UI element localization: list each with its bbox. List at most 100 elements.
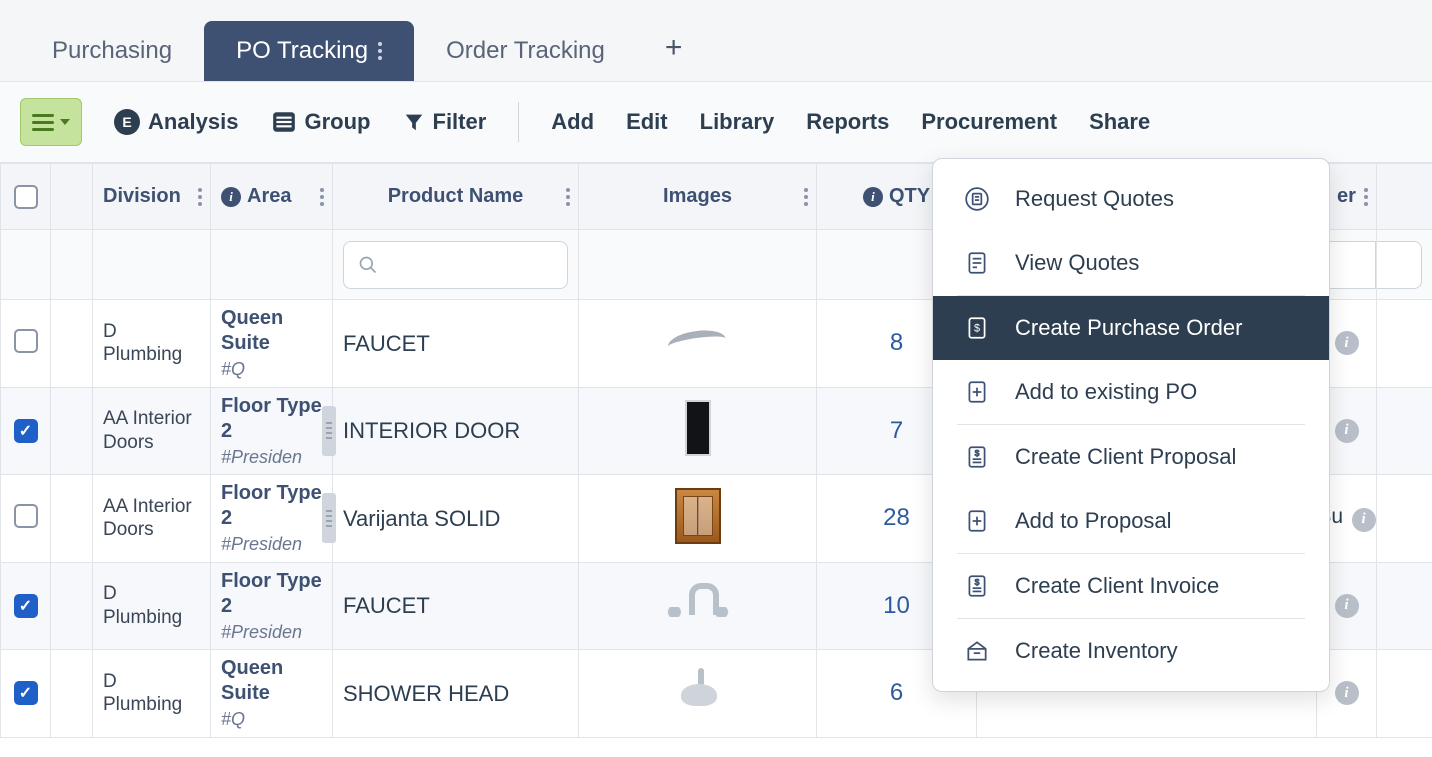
col-label: Product Name: [388, 185, 524, 208]
request-quotes-icon: [963, 185, 991, 213]
product-search-input[interactable]: [343, 241, 568, 289]
tab-po-tracking[interactable]: PO Tracking: [204, 21, 414, 81]
col-menu-icon[interactable]: [1364, 188, 1368, 206]
area-cell[interactable]: Queen Suite: [221, 656, 322, 706]
area-cell[interactable]: Floor Type 2: [221, 394, 322, 444]
tab-menu-icon[interactable]: [378, 42, 382, 60]
menu-add-to-po[interactable]: Add to existing PO: [933, 360, 1329, 424]
area-sub: #Q: [221, 358, 322, 381]
product-name-cell: Varijanta SOLID: [333, 499, 578, 539]
drag-handle[interactable]: [322, 493, 336, 543]
row-checkbox[interactable]: [14, 504, 38, 528]
hamburger-icon: [32, 114, 54, 131]
extra-search-input[interactable]: [1377, 241, 1422, 289]
add-proposal-icon: [963, 507, 991, 535]
row-info-icon[interactable]: i: [1335, 681, 1359, 705]
tab-purchasing[interactable]: Purchasing: [20, 21, 204, 81]
select-all-checkbox[interactable]: [14, 185, 38, 209]
add-tab-button[interactable]: +: [637, 15, 711, 81]
group-button[interactable]: Group: [271, 109, 371, 135]
row-checkbox[interactable]: [14, 681, 38, 705]
col-area[interactable]: i Area: [211, 164, 333, 230]
row-checkbox[interactable]: [14, 594, 38, 618]
area-cell[interactable]: Floor Type 2: [221, 481, 322, 531]
division-cell: D Plumbing: [93, 314, 210, 374]
row-info-icon[interactable]: i: [1335, 594, 1359, 618]
svg-text:$: $: [975, 577, 980, 587]
product-name-cell: SHOWER HEAD: [333, 674, 578, 714]
row-info-icon[interactable]: i: [1352, 508, 1376, 532]
col-menu-icon[interactable]: [320, 188, 324, 206]
area-sub: #Presiden: [221, 446, 322, 469]
menu-create-inventory[interactable]: Create Inventory: [933, 619, 1329, 683]
tabs-bar: Purchasing PO Tracking Order Tracking +: [0, 0, 1432, 82]
info-icon: i: [863, 187, 883, 207]
product-image[interactable]: [663, 583, 733, 623]
product-name-cell: FAUCET: [333, 324, 578, 364]
create-proposal-icon: $: [963, 443, 991, 471]
menu-create-invoice[interactable]: $ Create Client Invoice: [933, 554, 1329, 618]
division-cell: D Plumbing: [93, 576, 210, 636]
row-checkbox[interactable]: [14, 419, 38, 443]
svg-text:$: $: [974, 322, 980, 334]
procurement-button[interactable]: Procurement: [921, 109, 1057, 135]
product-image[interactable]: [675, 488, 721, 544]
area-cell[interactable]: Floor Type 2: [221, 569, 322, 619]
toolbar-label: Group: [305, 109, 371, 135]
toolbar: E Analysis Group Filter Add Edit Library…: [0, 82, 1432, 163]
col-label: Division: [103, 185, 181, 208]
col-checkbox[interactable]: [1, 164, 51, 230]
menu-label: Create Purchase Order: [1015, 315, 1242, 341]
col-extra: [1377, 164, 1432, 230]
menu-request-quotes[interactable]: Request Quotes: [933, 167, 1329, 231]
col-label: Images: [663, 185, 732, 208]
col-product-name[interactable]: Product Name: [333, 164, 579, 230]
filter-button[interactable]: Filter: [403, 109, 487, 135]
menu-label: Add to existing PO: [1015, 379, 1197, 405]
row-checkbox[interactable]: [14, 329, 38, 353]
menu-create-po[interactable]: $ Create Purchase Order: [933, 296, 1329, 360]
menu-view-quotes[interactable]: View Quotes: [933, 231, 1329, 295]
menu-add-to-proposal[interactable]: Add to Proposal: [933, 489, 1329, 553]
product-name-cell: INTERIOR DOOR: [333, 411, 578, 451]
product-image[interactable]: [685, 400, 711, 456]
row-info-icon[interactable]: i: [1335, 419, 1359, 443]
col-label: QTY: [889, 185, 930, 208]
view-quotes-icon: [963, 249, 991, 277]
reports-button[interactable]: Reports: [806, 109, 889, 135]
toolbar-label: Analysis: [148, 109, 239, 135]
share-button[interactable]: Share: [1089, 109, 1150, 135]
col-division[interactable]: Division: [93, 164, 211, 230]
area-sub: #Presiden: [221, 621, 322, 644]
col-menu-icon[interactable]: [198, 188, 202, 206]
search-icon: [358, 255, 378, 275]
create-inventory-icon: [963, 637, 991, 665]
area-sub: #Presiden: [221, 533, 322, 556]
product-name-cell: FAUCET: [333, 586, 578, 626]
caret-down-icon: [60, 119, 70, 125]
product-image[interactable]: [668, 321, 728, 361]
menu-label: Create Client Proposal: [1015, 444, 1236, 470]
main-menu-button[interactable]: [20, 98, 82, 146]
group-icon: [271, 109, 297, 135]
menu-label: Create Inventory: [1015, 638, 1178, 664]
add-button[interactable]: Add: [551, 109, 594, 135]
division-cell: D Plumbing: [93, 664, 210, 724]
edit-button[interactable]: Edit: [626, 109, 668, 135]
col-label: Area: [247, 185, 291, 208]
library-button[interactable]: Library: [700, 109, 775, 135]
menu-create-proposal[interactable]: $ Create Client Proposal: [933, 425, 1329, 489]
col-menu-icon[interactable]: [804, 188, 808, 206]
svg-text:$: $: [975, 448, 980, 458]
area-cell[interactable]: Queen Suite: [221, 306, 322, 356]
col-expand: [51, 164, 93, 230]
drag-handle[interactable]: [322, 406, 336, 456]
row-info-icon[interactable]: i: [1335, 331, 1359, 355]
col-images[interactable]: Images: [579, 164, 817, 230]
menu-label: Create Client Invoice: [1015, 573, 1219, 599]
col-menu-icon[interactable]: [566, 188, 570, 206]
product-image[interactable]: [673, 666, 723, 716]
tab-order-tracking[interactable]: Order Tracking: [414, 21, 637, 81]
analysis-button[interactable]: E Analysis: [114, 109, 239, 135]
menu-label: Add to Proposal: [1015, 508, 1172, 534]
